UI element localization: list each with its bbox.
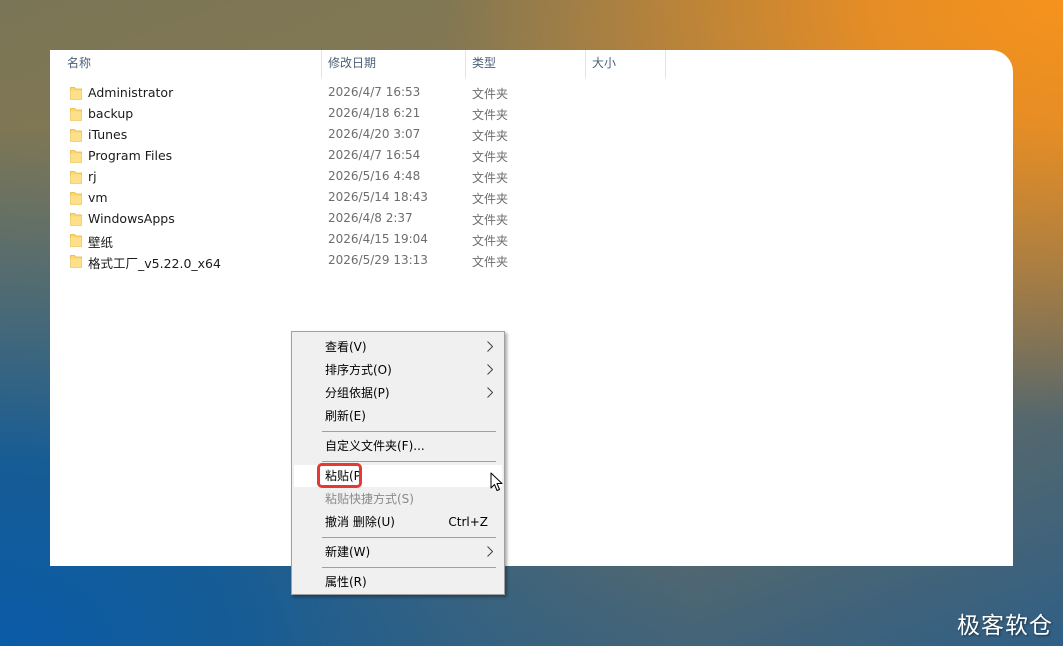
column-header-type[interactable]: 类型 [466, 50, 586, 78]
menu-item-properties-label: 属性(R) [325, 575, 367, 589]
folder-icon [70, 87, 82, 100]
file-row[interactable]: 格式工厂_v5.22.0_x64 2026/5/29 13:13 文件夹 [50, 251, 1013, 272]
folder-icon [70, 171, 82, 184]
explorer-window: ˄ 名称 修改日期 类型 大小 Administrator 2026/4/7 16… [50, 50, 1013, 566]
file-row[interactable]: rj 2026/5/16 4:48 文件夹 [50, 167, 1013, 188]
file-modified: 2026/4/7 16:54 [328, 148, 421, 162]
column-header-size[interactable]: 大小 [586, 50, 666, 78]
file-name: iTunes [88, 127, 128, 142]
file-name: rj [88, 169, 97, 184]
menu-item-undo-delete[interactable]: 撤消 删除(U) Ctrl+Z [294, 511, 502, 533]
menu-item-new-label: 新建(W) [325, 545, 371, 559]
menu-item-undo-shortcut: Ctrl+Z [448, 515, 488, 529]
file-type: 文件夹 [472, 108, 509, 122]
file-name: Administrator [88, 85, 174, 100]
menu-item-view-label: 查看(V) [325, 340, 367, 354]
file-name: vm [88, 190, 108, 205]
chevron-right-icon [487, 341, 493, 352]
file-modified: 2026/4/18 6:21 [328, 106, 421, 120]
chevron-right-icon [487, 387, 493, 398]
file-type: 文件夹 [472, 87, 509, 101]
menu-item-refresh[interactable]: 刷新(E) [294, 405, 502, 427]
file-name: 格式工厂_v5.22.0_x64 [88, 256, 221, 271]
file-name: backup [88, 106, 134, 121]
menu-separator [322, 461, 496, 462]
file-modified: 2026/5/16 4:48 [328, 169, 421, 183]
file-type: 文件夹 [472, 150, 509, 164]
menu-item-sort-by-label: 排序方式(O) [325, 363, 392, 377]
file-row[interactable]: Administrator 2026/4/7 16:53 文件夹 [50, 83, 1013, 104]
watermark: 极客软仓 [957, 613, 1053, 639]
file-modified: 2026/4/7 16:53 [328, 85, 421, 99]
file-modified: 2026/4/20 3:07 [328, 127, 421, 141]
file-modified: 2026/4/8 2:37 [328, 211, 413, 225]
folder-icon [70, 255, 82, 268]
column-header-row: ˄ 名称 修改日期 类型 大小 [50, 50, 1013, 78]
mouse-pointer-icon [490, 472, 503, 491]
menu-item-customize-folder-label: 自定义文件夹(F)... [325, 439, 425, 453]
menu-item-new[interactable]: 新建(W) [294, 541, 502, 563]
folder-icon [70, 213, 82, 226]
file-row[interactable]: vm 2026/5/14 18:43 文件夹 [50, 188, 1013, 209]
menu-item-group-by[interactable]: 分组依据(P) [294, 382, 502, 404]
menu-item-paste-shortcut-label: 粘贴快捷方式(S) [325, 492, 414, 506]
menu-item-sort-by[interactable]: 排序方式(O) [294, 359, 502, 381]
column-header-modified[interactable]: 修改日期 [322, 50, 466, 78]
menu-item-paste-shortcut[interactable]: 粘贴快捷方式(S) [294, 488, 502, 510]
file-type: 文件夹 [472, 192, 509, 206]
file-row[interactable]: WindowsApps 2026/4/8 2:37 文件夹 [50, 209, 1013, 230]
file-type: 文件夹 [472, 234, 509, 248]
menu-separator [322, 567, 496, 568]
folder-icon [70, 129, 82, 142]
column-header-name[interactable]: 名称 [61, 50, 322, 78]
file-type: 文件夹 [472, 255, 509, 269]
menu-item-undo-delete-label: 撤消 删除(U) [325, 515, 395, 529]
menu-item-properties[interactable]: 属性(R) [294, 571, 502, 593]
file-modified: 2026/5/14 18:43 [328, 190, 428, 204]
file-name: 壁纸 [88, 235, 114, 250]
file-modified: 2026/4/15 19:04 [328, 232, 428, 246]
file-name: WindowsApps [88, 211, 175, 226]
file-row[interactable]: backup 2026/4/18 6:21 文件夹 [50, 104, 1013, 125]
menu-item-view[interactable]: 查看(V) [294, 336, 502, 358]
menu-separator [322, 537, 496, 538]
file-type: 文件夹 [472, 129, 509, 143]
chevron-right-icon [487, 364, 493, 375]
folder-icon [70, 150, 82, 163]
paste-highlight-box [317, 463, 362, 488]
menu-item-group-by-label: 分组依据(P) [325, 386, 390, 400]
file-modified: 2026/5/29 13:13 [328, 253, 428, 267]
file-row[interactable]: iTunes 2026/4/20 3:07 文件夹 [50, 125, 1013, 146]
folder-icon [70, 108, 82, 121]
menu-item-refresh-label: 刷新(E) [325, 409, 366, 423]
folder-icon [70, 234, 82, 247]
file-name: Program Files [88, 148, 173, 163]
file-row[interactable]: Program Files 2026/4/7 16:54 文件夹 [50, 146, 1013, 167]
file-type: 文件夹 [472, 171, 509, 185]
file-list: Administrator 2026/4/7 16:53 文件夹 backup 2026… [50, 83, 1013, 272]
menu-separator [322, 431, 496, 432]
folder-icon [70, 192, 82, 205]
menu-item-customize-folder[interactable]: 自定义文件夹(F)... [294, 435, 502, 457]
chevron-right-icon [487, 546, 493, 557]
file-row[interactable]: 壁纸 2026/4/15 19:04 文件夹 [50, 230, 1013, 251]
file-type: 文件夹 [472, 213, 509, 227]
